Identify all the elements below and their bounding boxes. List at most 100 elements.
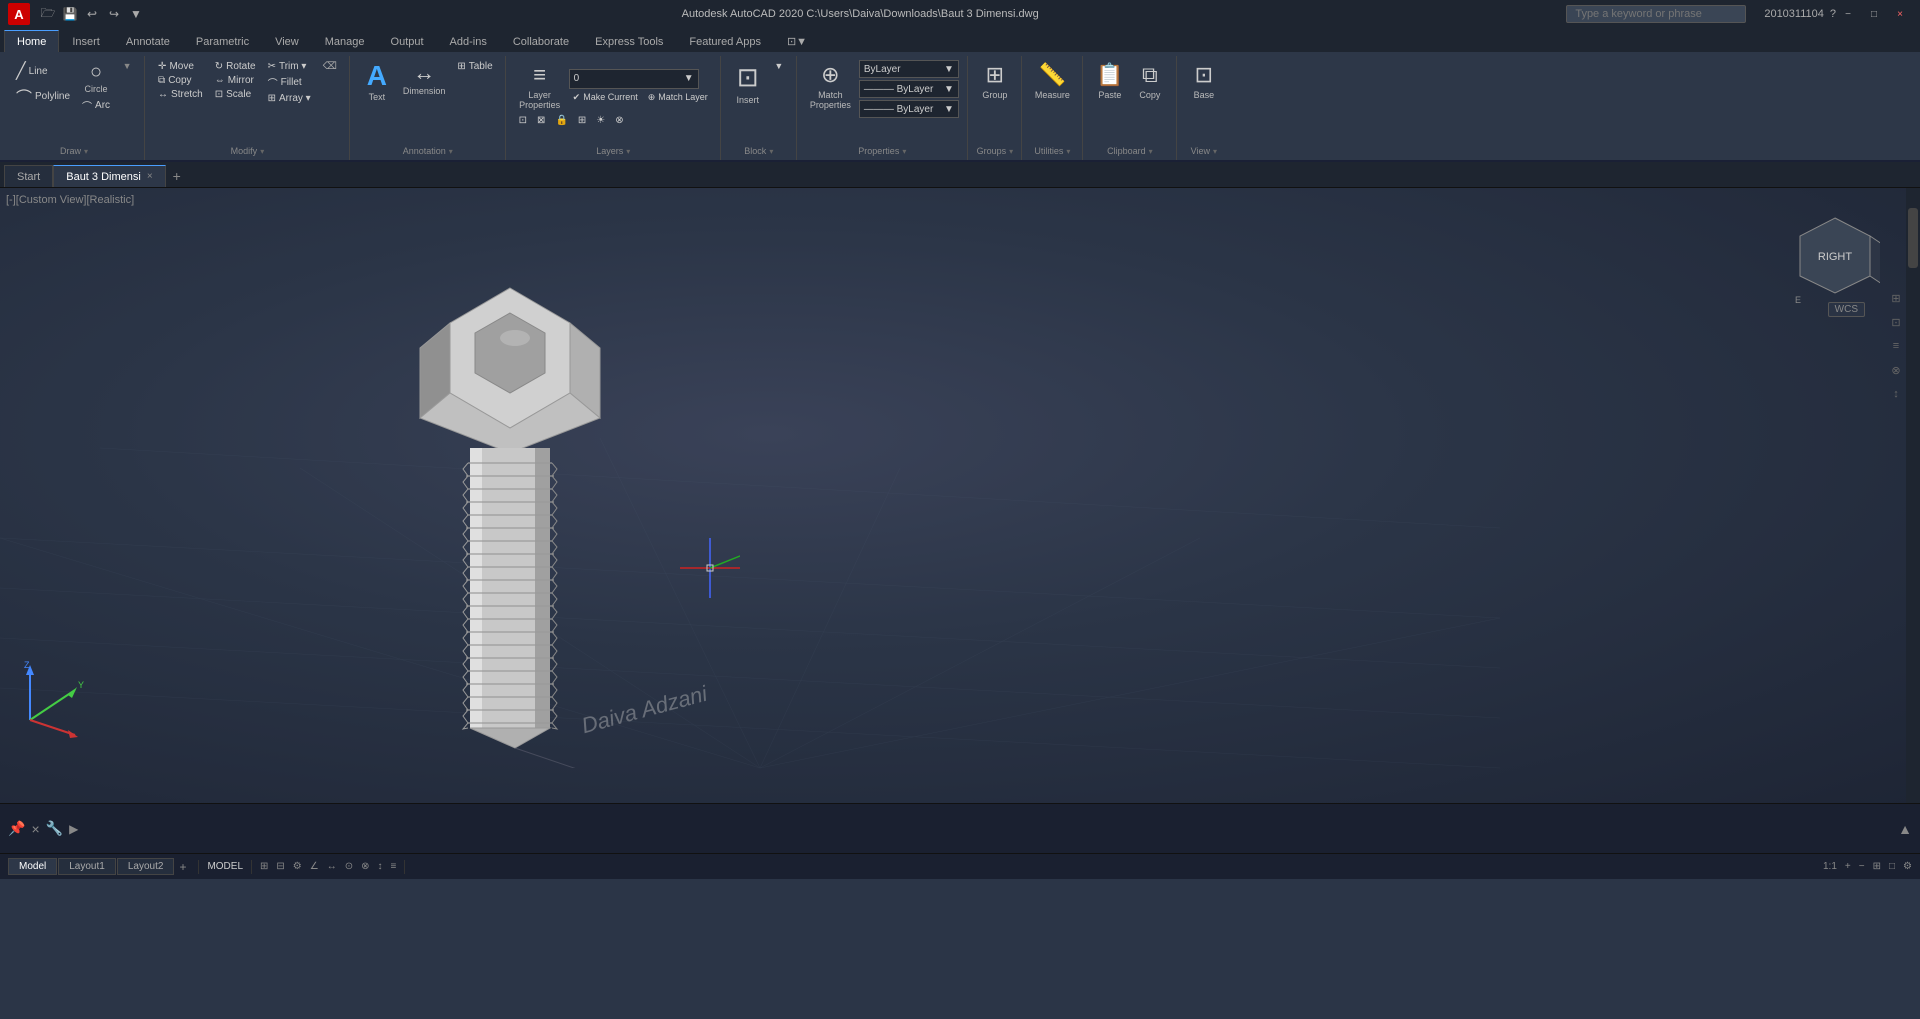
measure-btn[interactable]: 📏 Measure [1031,60,1074,102]
undo-btn[interactable]: ↩ [82,4,102,24]
stretch-btn[interactable]: ↔ Stretch [154,88,207,101]
cmd-expand-btn[interactable]: ▲ [1898,821,1912,837]
block-more-btn[interactable]: ▼ [770,60,788,72]
status-scale-btn[interactable]: 1:1 [1823,861,1837,872]
close-btn[interactable]: × [1888,5,1912,23]
doc-tab-close-btn[interactable]: × [147,171,153,182]
tab-annotate[interactable]: Annotate [113,30,183,52]
linetype-dropdown[interactable]: ——— ByLayer▼ [859,80,959,98]
tab-addins[interactable]: Add-ins [437,30,500,52]
doc-tab-baut[interactable]: Baut 3 Dimensi × [53,165,165,187]
tab-collaborate[interactable]: Collaborate [500,30,582,52]
doc-tab-start[interactable]: Start [4,165,53,187]
erase-btn[interactable]: ⌫ [319,60,341,73]
status-model-label[interactable]: MODEL [207,861,243,872]
status-otrack-btn[interactable]: ⊙ [345,861,353,872]
new-file-btn[interactable]: 🗁 [38,4,58,24]
group-utilities-label[interactable]: Utilities ▾ [1034,144,1070,160]
tab-parametric[interactable]: Parametric [183,30,262,52]
tab-home[interactable]: Home [4,30,59,52]
match-properties-btn[interactable]: ⊕ MatchProperties [806,60,855,112]
status-zoom-in-btn[interactable]: + [1845,861,1851,872]
table-btn[interactable]: ⊞ Table [453,60,496,73]
more-draw-btn[interactable]: ▼ [118,60,136,72]
make-current-btn[interactable]: ✔ Make Current [569,91,642,104]
group-layers-label[interactable]: Layers ▾ [596,144,630,160]
viewcube[interactable]: RIGHT S E [1790,208,1880,298]
minimize-btn[interactable]: − [1836,5,1860,23]
status-zoom-out-btn[interactable]: − [1859,861,1865,872]
viewport-label[interactable]: [-][Custom View][Realistic] [6,194,134,206]
tab-manage[interactable]: Manage [312,30,378,52]
group-clipboard-label[interactable]: Clipboard ▾ [1107,144,1153,160]
status-osnap-btn[interactable]: ↔ [327,861,337,872]
status-lweight-btn[interactable]: ↕ [378,861,383,872]
group-modify-label[interactable]: Modify ▾ [231,144,265,160]
wcs-label[interactable]: WCS [1828,302,1865,317]
status-ortho-btn[interactable]: ⚙ [293,861,302,872]
redo-btn[interactable]: ↪ [104,4,124,24]
rp-btn-2[interactable]: ⊡ [1886,312,1906,332]
group-block-label[interactable]: Block ▾ [744,144,773,160]
tab-workspace-btn[interactable]: ⊡▼ [774,30,820,52]
command-input[interactable] [82,815,1892,843]
layer-tools-btn1[interactable]: ⊡ [515,114,531,127]
save-btn[interactable]: 💾 [60,4,80,24]
copy-07-btn[interactable]: ⧉ Copy [154,74,207,87]
status-grid-btn[interactable]: ⊞ [260,861,268,872]
group-view-label[interactable]: View ▾ [1191,144,1217,160]
copy-btn[interactable]: ⧉ Copy [1132,60,1168,102]
rp-btn-3[interactable]: ≡ [1886,336,1906,356]
fillet-btn[interactable]: ⌒ Fillet [264,74,315,91]
new-tab-btn[interactable]: + [166,165,188,187]
array-btn[interactable]: ⊞ Array ▾ [264,92,315,105]
layout-add-btn[interactable]: + [175,860,190,874]
group-draw-label[interactable]: Draw ▾ [60,144,88,160]
tab-insert[interactable]: Insert [59,30,113,52]
status-dynmode-btn[interactable]: ⊗ [361,861,369,872]
layer-properties-btn[interactable]: ≡ LayerProperties [515,60,565,112]
layout-tab-layout1[interactable]: Layout1 [58,858,116,875]
layer-tools-btn3[interactable]: 🔒 [551,114,571,127]
layer-dropdown[interactable]: 0 ▼ [569,69,699,89]
line-btn[interactable]: ╱ Line [12,60,74,82]
trim-btn[interactable]: ✂ Trim ▾ [264,60,315,73]
dimension-btn[interactable]: ↔ Dimension [399,60,450,98]
match-layer-btn[interactable]: ⊕ Match Layer [644,91,712,104]
tab-view[interactable]: View [262,30,312,52]
rp-btn-5[interactable]: ↕ [1886,384,1906,404]
layer-tools-btn5[interactable]: ☀ [592,114,609,127]
rp-btn-4[interactable]: ⊗ [1886,360,1906,380]
insert-btn[interactable]: ⊡ Insert [730,60,766,107]
qa-dropdown-btn[interactable]: ▼ [126,4,146,24]
status-polar-btn[interactable]: ∠ [310,861,319,872]
layer-tools-btn4[interactable]: ⊞ [574,114,590,127]
move-btn[interactable]: ✛ Move [154,60,207,73]
tab-featured-apps[interactable]: Featured Apps [676,30,774,52]
paste-btn[interactable]: 📋 Paste [1092,60,1128,102]
scale-btn[interactable]: ⊡ Scale [211,88,260,101]
cmd-wrench-btn[interactable]: 🔧 [46,820,63,837]
status-snap-btn[interactable]: ⊟ [276,861,284,872]
group-btn[interactable]: ⊞ Group [977,60,1013,102]
scroll-thumb[interactable] [1908,208,1918,268]
arc-btn[interactable]: ⌒ Arc [78,97,114,114]
search-input[interactable] [1566,5,1746,23]
tab-output[interactable]: Output [378,30,437,52]
group-properties-label[interactable]: Properties ▾ [858,144,906,160]
maximize-btn[interactable]: □ [1862,5,1886,23]
lineweight-dropdown[interactable]: ——— ByLayer▼ [859,100,959,118]
layout-tab-model[interactable]: Model [8,858,57,875]
tab-express-tools[interactable]: Express Tools [582,30,676,52]
status-grid2-btn[interactable]: ⊞ [1873,861,1881,872]
text-btn[interactable]: A Text [359,60,395,104]
color-dropdown[interactable]: ByLayer▼ [859,60,959,78]
scrollbar-right[interactable] [1906,188,1920,803]
group-annotation-label[interactable]: Annotation ▾ [403,144,453,160]
circle-btn[interactable]: ○ Circle [78,60,114,96]
rotate-btn[interactable]: ↻ Rotate [211,60,260,73]
layout-tab-layout2[interactable]: Layout2 [117,858,175,875]
layer-tools-btn2[interactable]: ⊠ [533,114,549,127]
status-settings-btn[interactable]: ⚙ [1903,861,1912,872]
status-transp-btn[interactable]: ≡ [391,861,397,872]
